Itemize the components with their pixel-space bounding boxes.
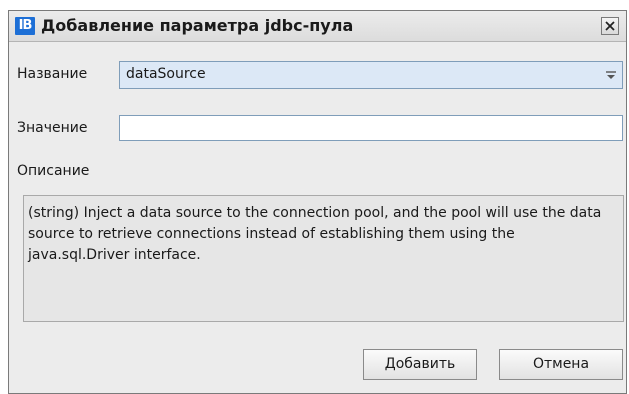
add-button[interactable]: Добавить [363, 349, 477, 380]
cancel-button[interactable]: Отмена [499, 349, 623, 380]
description-label: Описание [17, 163, 90, 179]
name-combobox-value: dataSource [126, 66, 206, 82]
name-label: Название [17, 66, 88, 82]
dialog-title: Добавление параметра jdbc-пула [41, 16, 354, 35]
app-logo-icon: IB [15, 17, 35, 35]
add-jdbc-pool-parameter-dialog: IB Добавление параметра jdbc-пула Назван… [8, 10, 627, 394]
chevron-down-icon[interactable] [604, 68, 618, 82]
title-bar[interactable]: IB Добавление параметра jdbc-пула [9, 11, 626, 42]
name-combobox[interactable]: dataSource [119, 61, 623, 89]
description-text: (string) Inject a data source to the con… [28, 205, 602, 263]
value-label: Значение [17, 120, 88, 136]
value-input[interactable] [119, 115, 623, 141]
close-button[interactable] [601, 17, 619, 35]
description-box: (string) Inject a data source to the con… [23, 195, 624, 322]
close-icon [605, 21, 615, 31]
